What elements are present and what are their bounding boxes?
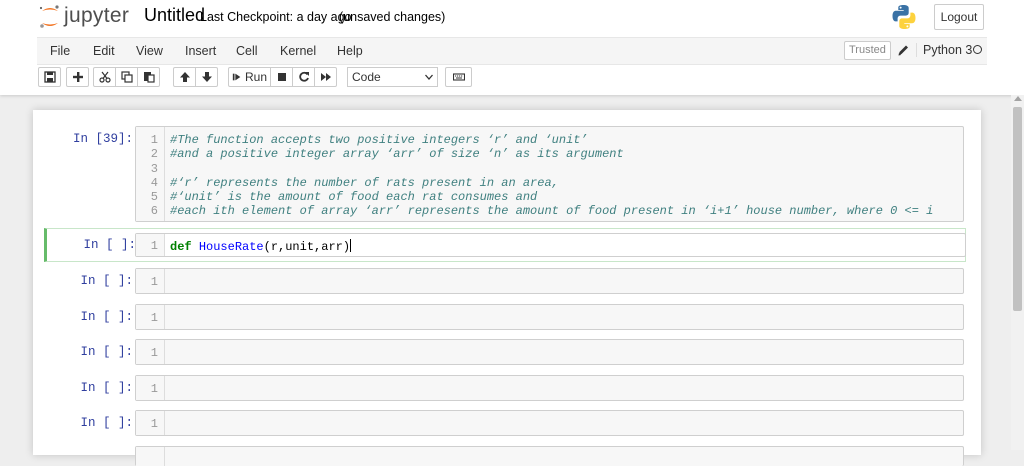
restart-icon	[298, 71, 309, 82]
menu-edit[interactable]: Edit	[93, 44, 115, 58]
code-editor[interactable]: 1	[135, 375, 964, 401]
line-number: 1	[150, 133, 158, 147]
menu-kernel[interactable]: Kernel	[280, 44, 316, 58]
code-line: #each ith element of array ‘arr’ represe…	[170, 204, 934, 218]
menu-help[interactable]: Help	[337, 44, 363, 58]
line-number: 5	[150, 190, 158, 204]
code-editor[interactable]: 1	[135, 268, 964, 294]
cell-prompt: In [ ]:	[80, 416, 133, 430]
code-cell[interactable]: In [39]: 1 2 3 4 5 6 #The function accep…	[45, 126, 964, 222]
function-args: r,unit,arr	[270, 240, 343, 254]
line-number: 4	[150, 176, 158, 190]
jupyter-logo[interactable]: jupyter	[38, 4, 134, 30]
checkpoint-status: Last Checkpoint: a day ago	[200, 10, 352, 24]
scrollbar-thumb[interactable]	[1013, 107, 1022, 311]
arrow-up-icon	[179, 72, 190, 82]
move-down-button[interactable]	[195, 67, 218, 87]
fast-forward-icon	[320, 73, 331, 81]
code-line: #‘unit’ is the amount of food each rat c…	[170, 190, 538, 204]
code-cell[interactable]: In [ ]: 1	[45, 304, 964, 330]
code-line: def HouseRate(r,unit,arr)	[170, 239, 352, 254]
line-number: 2	[150, 147, 158, 161]
code-line: #and a positive integer array ‘arr’ of s…	[170, 147, 624, 161]
scroll-up-arrow-icon[interactable]	[1014, 96, 1022, 101]
text-cursor	[350, 239, 352, 252]
trusted-badge[interactable]: Trusted	[844, 41, 891, 60]
jupyter-logo-icon	[39, 5, 59, 28]
cell-prompt: In [39]:	[72, 132, 133, 146]
arrow-down-icon	[201, 72, 212, 82]
run-icon	[232, 73, 241, 81]
code-cell[interactable]: In [ ]: 1	[45, 268, 964, 294]
run-label: Run	[244, 70, 267, 84]
cell-prompt: In [ ]:	[80, 274, 133, 288]
cell-prompt: In [ ]:	[80, 345, 133, 359]
code-editor[interactable]: 1	[135, 339, 964, 365]
code-cell-selected[interactable]: In [ ]: 1 def HouseRate(r,unit,arr)	[44, 228, 966, 262]
menu-insert[interactable]: Insert	[185, 44, 216, 58]
code-cell[interactable]: In [ ]: 1	[45, 375, 964, 401]
code-line: #The function accepts two positive integ…	[170, 133, 588, 147]
notebook-title[interactable]: Untitled	[142, 5, 207, 26]
code-editor[interactable]: 1 2 3 4 5 6 #The function accepts two po…	[135, 126, 964, 222]
menu-cell[interactable]: Cell	[236, 44, 258, 58]
line-number: 1	[150, 417, 158, 431]
code-cell[interactable]: In [ ]: 1	[45, 339, 964, 365]
pencil-icon[interactable]	[897, 43, 909, 57]
run-button[interactable]: Run	[228, 67, 271, 87]
interrupt-button[interactable]	[270, 67, 293, 87]
cell-type-value: Code	[352, 70, 381, 84]
chevron-down-icon	[425, 74, 433, 80]
line-number: 1	[150, 382, 158, 396]
line-number: 6	[150, 204, 158, 218]
code-editor[interactable]	[135, 446, 964, 466]
notebook-container: In [39]: 1 2 3 4 5 6 #The function accep…	[33, 110, 981, 466]
stop-icon	[277, 73, 286, 81]
menu-file[interactable]: File	[50, 44, 70, 58]
line-number: 1	[150, 275, 158, 289]
kernel-idle-indicator-icon	[973, 45, 982, 54]
cell-prompt: In [ ]:	[80, 381, 133, 395]
plus-icon	[72, 72, 83, 82]
logout-button[interactable]: Logout	[934, 4, 984, 30]
line-number: 1	[150, 311, 158, 325]
code-editor[interactable]: 1	[135, 410, 964, 436]
close-paren: )	[342, 240, 351, 254]
cell-prompt: In [ ]:	[83, 238, 136, 252]
code-cell[interactable]: In [ ]: 1	[45, 410, 964, 436]
code-editor[interactable]: 1 def HouseRate(r,unit,arr)	[135, 233, 966, 257]
line-number: 3	[150, 162, 158, 176]
move-up-button[interactable]	[173, 67, 196, 87]
line-number: 1	[150, 239, 158, 253]
paste-icon	[143, 72, 155, 83]
logo-text: jupyter	[64, 4, 130, 27]
code-cell[interactable]	[45, 446, 964, 466]
restart-run-all-button[interactable]	[314, 67, 337, 87]
header: jupyter Untitled Last Checkpoint: a day …	[0, 0, 1024, 95]
code-line: #‘r’ represents the number of rats prese…	[170, 176, 559, 190]
save-icon	[43, 71, 56, 83]
copy-button[interactable]	[115, 67, 138, 87]
copy-icon	[120, 71, 133, 83]
function-name: HouseRate	[198, 240, 264, 254]
cell-prompt: In [ ]:	[80, 310, 133, 324]
python-logo-icon	[892, 5, 916, 29]
save-button[interactable]	[38, 67, 61, 87]
restart-button[interactable]	[292, 67, 315, 87]
paste-button[interactable]	[137, 67, 160, 87]
cut-icon	[98, 71, 111, 83]
code-editor[interactable]: 1	[135, 304, 964, 330]
keyboard-icon	[452, 73, 465, 81]
cut-button[interactable]	[93, 67, 116, 87]
keyword-def: def	[170, 240, 192, 254]
line-number: 1	[150, 346, 158, 360]
open-paren: (	[263, 240, 271, 254]
insert-cell-button[interactable]	[66, 67, 89, 87]
autosave-status: (unsaved changes)	[339, 10, 446, 24]
page-scrollbar[interactable]	[1011, 95, 1024, 450]
command-palette-button[interactable]	[445, 67, 472, 87]
kernel-name[interactable]: Python 3	[916, 43, 972, 57]
cell-type-select[interactable]: Code	[347, 67, 438, 87]
menu-view[interactable]: View	[136, 44, 163, 58]
